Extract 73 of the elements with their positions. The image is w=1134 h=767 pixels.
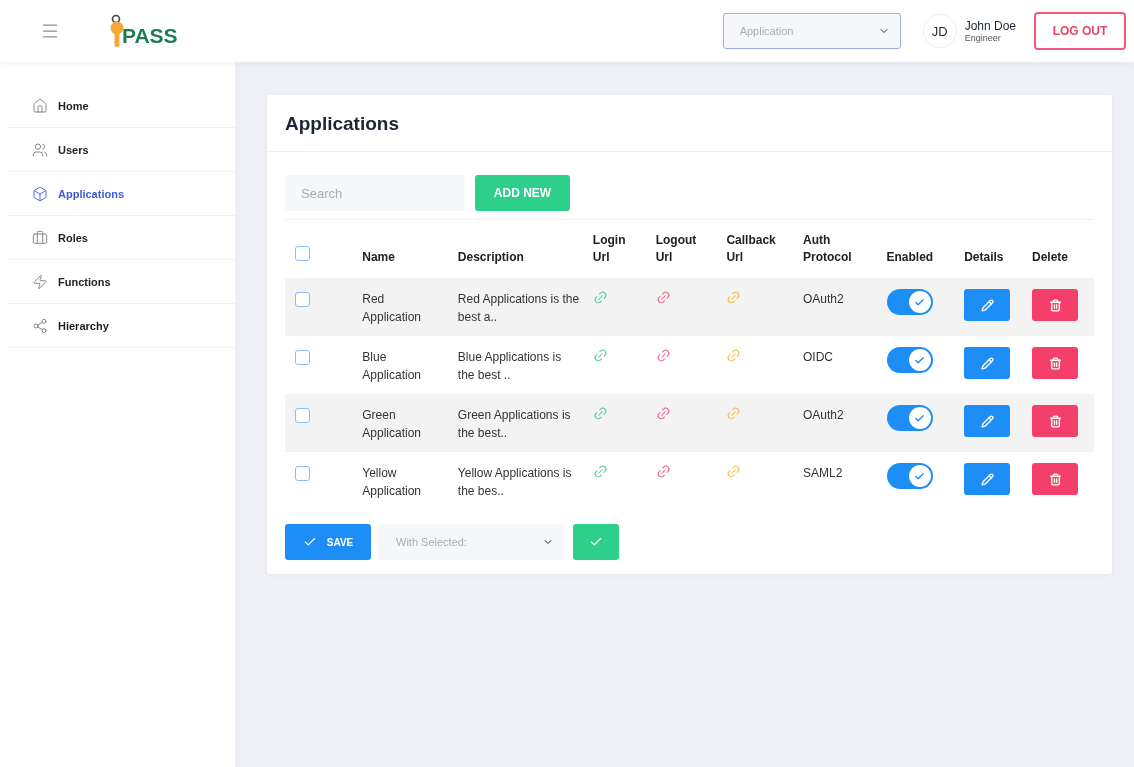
edit-button[interactable] [964, 405, 1011, 437]
pencil-icon [980, 472, 994, 486]
trash-icon [1048, 356, 1062, 370]
delete-button[interactable] [1032, 463, 1078, 495]
app-description: Blue Applications is the best .. [457, 349, 563, 384]
delete-button[interactable] [1032, 347, 1078, 379]
save-button[interactable]: SAVE [285, 524, 371, 560]
app-name: Green Application [362, 407, 422, 442]
pencil-icon [980, 356, 994, 370]
trash-icon [1048, 472, 1062, 486]
enabled-toggle[interactable] [886, 347, 933, 373]
check-icon [914, 470, 925, 482]
edit-button[interactable] [964, 463, 1011, 495]
row-checkbox[interactable] [295, 408, 310, 423]
enabled-toggle[interactable] [886, 463, 933, 489]
user-avatar: JD [922, 14, 957, 48]
column-header: Callback Url [726, 232, 777, 266]
check-icon [914, 296, 925, 308]
users-icon [32, 141, 48, 158]
auth-protocol: SAML2 [803, 466, 843, 480]
user-role: Engineer [964, 33, 1002, 43]
share-icon [32, 317, 48, 334]
app-description: Yellow Applications is the bes.. [457, 465, 573, 500]
check-icon [914, 412, 925, 424]
column-header: Delete [1032, 249, 1069, 266]
app-description: Green Applications is the best.. [457, 407, 572, 442]
enabled-toggle[interactable] [886, 289, 933, 315]
pencil-icon [980, 298, 994, 312]
check-icon [914, 354, 925, 366]
edit-button[interactable] [964, 347, 1011, 379]
user-name: John Doe [964, 19, 1016, 33]
home-icon [32, 97, 48, 114]
column-header: Logout Url [655, 232, 698, 266]
trash-icon [1048, 414, 1062, 428]
edit-button[interactable] [964, 289, 1011, 321]
delete-button[interactable] [1032, 405, 1078, 437]
app-name: Blue Application [362, 349, 422, 384]
app-description: Red Applications is the best a.. [457, 291, 580, 326]
row-checkbox[interactable] [295, 292, 310, 307]
column-header: Name [362, 249, 395, 266]
row-checkbox[interactable] [295, 350, 310, 365]
sidebar-item[interactable]: Users [8, 128, 235, 172]
auth-protocol: OAuth2 [803, 292, 844, 306]
sidebar-item[interactable]: Hierarchy [8, 304, 235, 348]
column-header: Auth Protocol [803, 232, 853, 266]
delete-button[interactable] [1032, 289, 1078, 321]
key-icon [110, 14, 124, 48]
column-header: Login Url [592, 232, 627, 266]
logo-text: PASS [122, 24, 178, 48]
pencil-icon [980, 414, 994, 428]
sidebar-item[interactable]: Applications [8, 172, 235, 216]
column-header: Enabled [886, 249, 934, 266]
briefcase-icon [32, 229, 48, 246]
select-all-checkbox[interactable] [295, 246, 310, 261]
column-header: Details [964, 249, 1004, 266]
page-title: Applications [285, 113, 400, 135]
row-checkbox[interactable] [295, 466, 310, 481]
auth-protocol: OIDC [803, 350, 833, 364]
logout-button[interactable]: LOG OUT [1034, 12, 1126, 50]
app-name: Yellow Application [362, 465, 422, 500]
sidebar-item[interactable]: Roles [8, 216, 235, 260]
sidebar-item[interactable]: Home [8, 84, 235, 128]
column-header: Description [457, 249, 524, 266]
sidebar-item[interactable]: Functions [8, 260, 235, 304]
app-name: Red Application [362, 291, 422, 326]
check-icon [589, 535, 603, 549]
search-field[interactable]: Search [285, 175, 465, 211]
auth-protocol: OAuth2 [803, 408, 844, 422]
check-icon [302, 535, 317, 549]
trash-icon [1048, 298, 1062, 312]
enabled-toggle[interactable] [886, 405, 933, 431]
lightning-icon [32, 273, 48, 290]
cube-icon [32, 185, 48, 202]
